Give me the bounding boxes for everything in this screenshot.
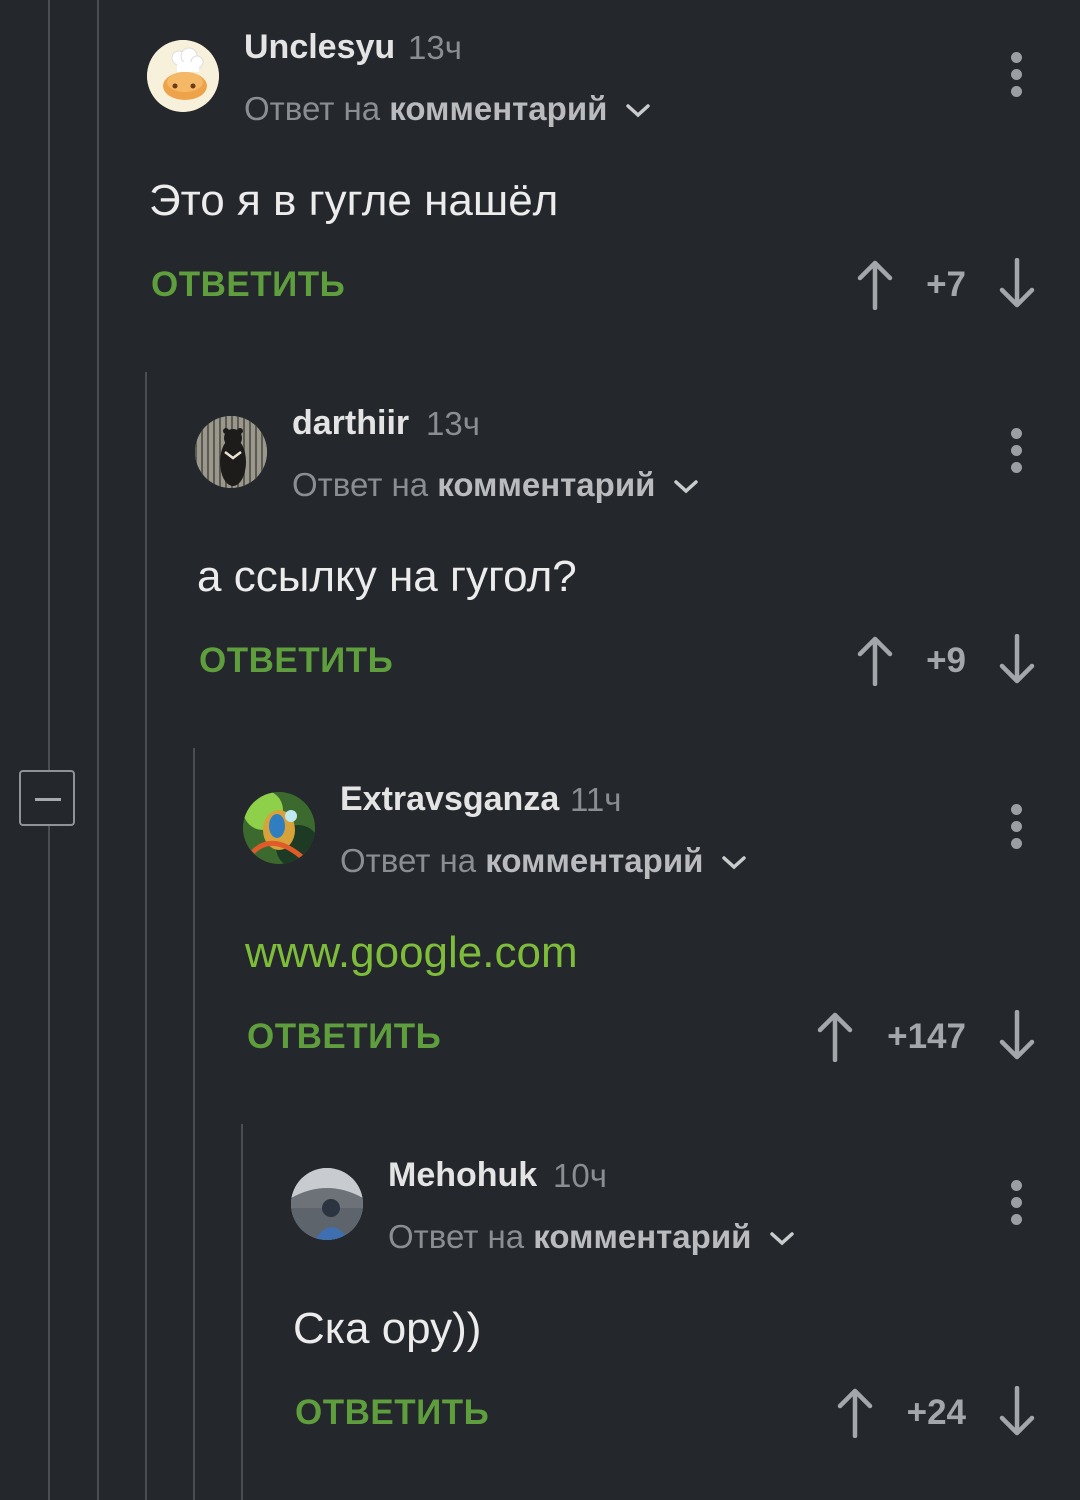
more-menu-icon[interactable] [998, 1176, 1038, 1236]
avatar[interactable] [195, 416, 267, 488]
username[interactable]: Mehohuk [388, 1156, 537, 1195]
thread-line-1b [48, 826, 50, 1500]
vote-score: +7 [926, 265, 966, 304]
downvote-arrow-icon[interactable] [997, 634, 1037, 686]
reply-to-link[interactable]: комментарий [533, 1218, 751, 1255]
comment-text: Это я в гугле нашёл [149, 176, 559, 225]
reply-button[interactable]: ОТВЕТИТЬ [295, 1393, 489, 1433]
person-photo-avatar [291, 1168, 363, 1240]
comment-text: а ссылку на гугол? [197, 552, 577, 601]
comment-text: Ска ору)) [293, 1304, 482, 1353]
reply-to-prefix: Ответ на [292, 466, 429, 503]
minus-icon [35, 798, 61, 801]
colorful-animal-avatar [243, 792, 315, 864]
thread-line-5 [241, 1124, 243, 1500]
username[interactable]: Extravsganza [340, 780, 559, 819]
chef-bun-avatar [147, 40, 219, 112]
chevron-down-icon[interactable] [625, 102, 651, 120]
avatar[interactable] [243, 792, 315, 864]
chevron-down-icon[interactable] [769, 1230, 795, 1248]
avatar[interactable] [147, 40, 219, 112]
upvote-arrow-icon[interactable] [815, 1010, 855, 1062]
upvote-arrow-icon[interactable] [855, 258, 895, 310]
reply-to-prefix: Ответ на [244, 90, 381, 127]
thread-line-4 [193, 748, 195, 1500]
vote-score: +9 [926, 641, 966, 680]
chevron-down-icon[interactable] [721, 854, 747, 872]
reply-to-link[interactable]: комментарий [437, 466, 655, 503]
reply-button[interactable]: ОТВЕТИТЬ [151, 265, 345, 305]
downvote-arrow-icon[interactable] [997, 1386, 1037, 1438]
reply-to-link[interactable]: комментарий [389, 90, 607, 127]
vote-score: +24 [906, 1393, 966, 1432]
vote-score: +147 [887, 1017, 966, 1056]
more-menu-icon[interactable] [998, 800, 1038, 860]
upvote-arrow-icon[interactable] [855, 634, 895, 686]
avatar[interactable] [291, 1168, 363, 1240]
reply-to-link[interactable]: комментарий [485, 842, 703, 879]
thread-line-3 [145, 372, 147, 1500]
timestamp: 10ч [553, 1157, 607, 1194]
chevron-down-icon[interactable] [673, 478, 699, 496]
thread-line-2 [97, 0, 99, 1500]
reply-to-prefix: Ответ на [388, 1218, 525, 1255]
bear-photo-avatar [195, 416, 267, 488]
timestamp: 13ч [408, 29, 462, 66]
reply-to-info[interactable]: Ответ на комментарий [340, 842, 747, 880]
comment-link-text[interactable]: www.google.com [245, 928, 578, 978]
thread-line-1 [48, 0, 50, 770]
timestamp: 11ч [570, 781, 622, 818]
username[interactable]: Unclesyu [244, 28, 395, 67]
reply-button[interactable]: ОТВЕТИТЬ [199, 641, 393, 681]
reply-to-info[interactable]: Ответ на комментарий [292, 466, 699, 504]
reply-to-info[interactable]: Ответ на комментарий [388, 1218, 795, 1256]
reply-to-info[interactable]: Ответ на комментарий [244, 90, 651, 128]
username[interactable]: darthiir [292, 404, 409, 443]
downvote-arrow-icon[interactable] [997, 258, 1037, 310]
more-menu-icon[interactable] [998, 48, 1038, 108]
timestamp: 13ч [426, 405, 480, 442]
reply-to-prefix: Ответ на [340, 842, 477, 879]
upvote-arrow-icon[interactable] [835, 1386, 875, 1438]
downvote-arrow-icon[interactable] [997, 1010, 1037, 1062]
collapse-thread-button[interactable] [19, 770, 75, 826]
reply-button[interactable]: ОТВЕТИТЬ [247, 1017, 441, 1057]
more-menu-icon[interactable] [998, 424, 1038, 484]
